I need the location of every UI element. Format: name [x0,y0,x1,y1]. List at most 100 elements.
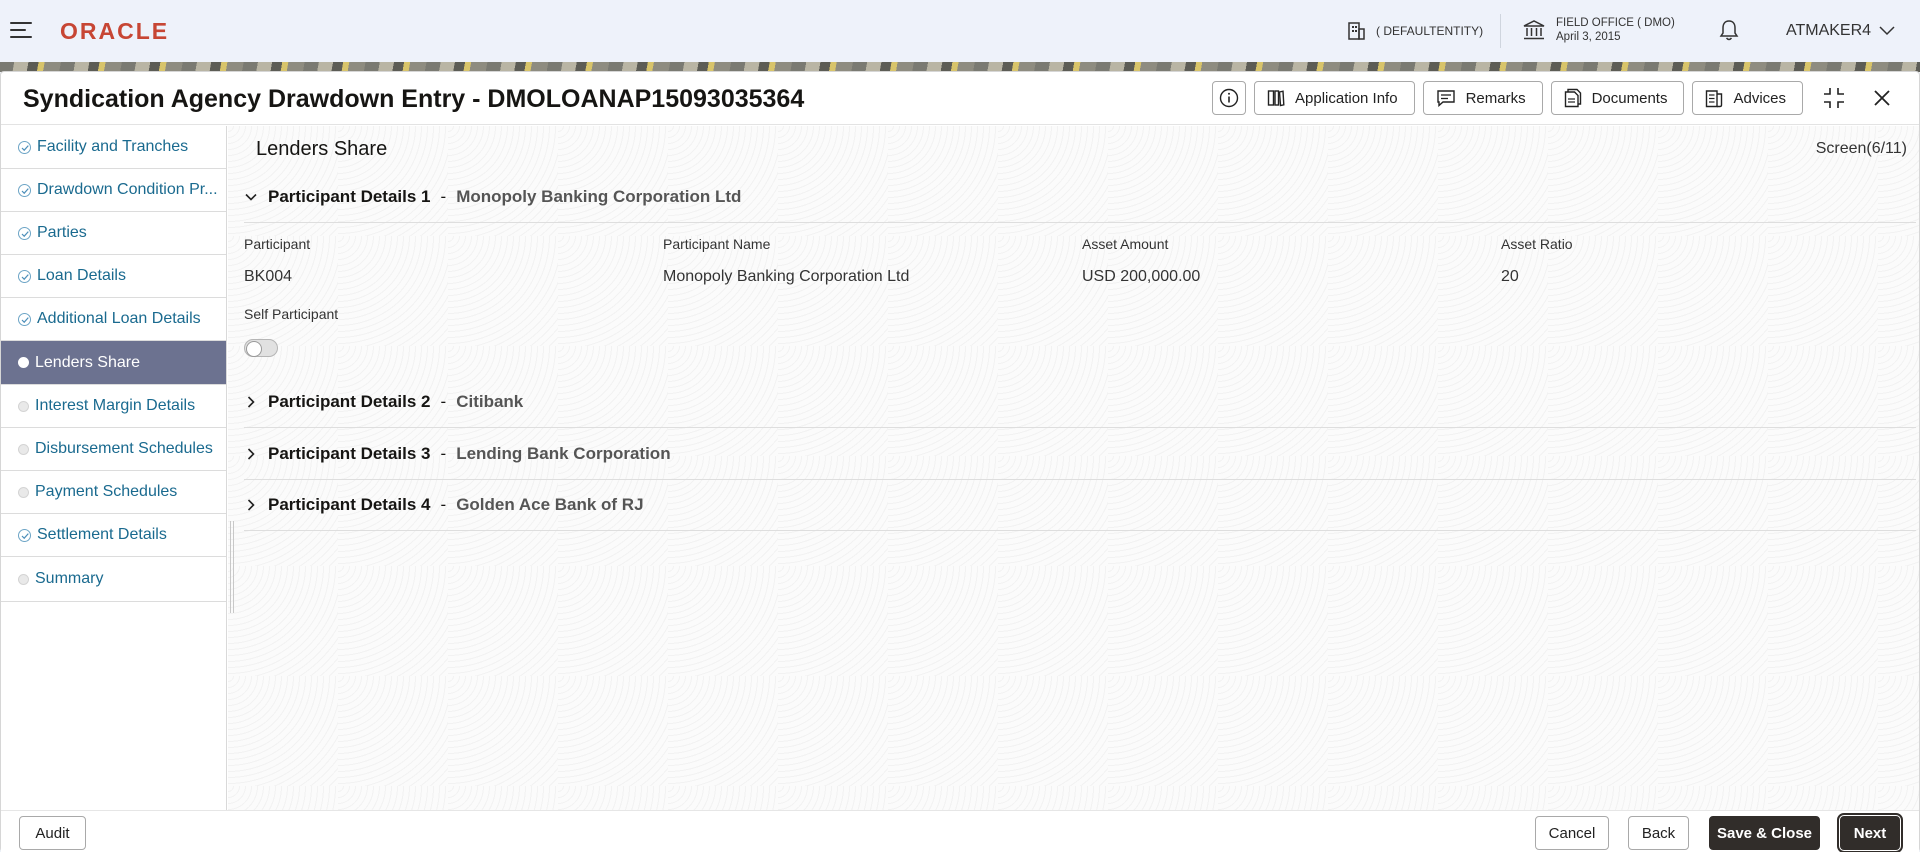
nav-item-summary[interactable]: Summary [1,557,226,602]
bank-icon [1523,20,1545,40]
back-button[interactable]: Back [1628,816,1689,850]
cancel-button[interactable]: Cancel [1535,816,1609,850]
remarks-icon [1436,90,1455,107]
drawdown-entry-window: Syndication Agency Drawdown Entry - DMOL… [0,71,1920,852]
nav-item-label: Loan Details [37,267,126,284]
step-complete-icon [18,184,31,197]
documents-icon [1564,88,1581,108]
nav-item-additional-loan-details[interactable]: Additional Loan Details [1,298,226,341]
advices-icon [1706,90,1723,108]
participant-details-4-header[interactable]: Participant Details 4 - Golden Ace Bank … [244,484,644,526]
window-toolbar: Application Info Remarks Documents Advic… [1212,81,1899,115]
entity-selector[interactable]: ( DEFAULTENTITY) [1346,21,1483,41]
remarks-button[interactable]: Remarks [1422,81,1543,115]
office-date: April 3, 2015 [1556,31,1621,43]
chevron-down-icon [245,193,257,201]
participant-details-2-header[interactable]: Participant Details 2 - Citibank [244,381,523,423]
entity-label: ( DEFAULTENTITY) [1376,24,1484,38]
nav-item-drawdown-condition[interactable]: Drawdown Condition Pr... [1,169,226,212]
nav-item-facility-and-tranches[interactable]: Facility and Tranches [1,126,226,169]
self-participant-label: Self Participant [244,306,339,322]
chevron-right-icon [247,448,255,460]
nav-item-lenders-share[interactable]: Lenders Share [1,341,226,385]
participant-value: BK004 [244,268,293,285]
participant-details-label: Participant Details 4 [268,495,431,514]
nav-item-interest-margin-details[interactable]: Interest Margin Details [1,385,226,428]
nav-item-payment-schedules[interactable]: Payment Schedules [1,471,226,514]
chevron-down-icon [1879,26,1895,36]
participant-details-separator: - [440,392,447,411]
lenders-share-panel: Lenders Share Screen(6/11) Participant D… [228,126,1919,810]
screen-indicator: Screen(6/11) [1815,140,1907,157]
step-pending-icon [18,487,29,498]
building-icon [1348,22,1365,40]
participant-details-label: Participant Details 1 [268,187,431,206]
office-selector[interactable]: FIELD OFFICE ( DMO) April 3, 2015 [1522,16,1675,44]
application-info-button[interactable]: Application Info [1254,81,1415,115]
step-current-icon [18,357,29,368]
advices-button[interactable]: Advices [1692,81,1803,115]
documents-button[interactable]: Documents [1550,81,1685,115]
close-icon[interactable] [1865,81,1899,115]
nav-item-disbursement-schedules[interactable]: Disbursement Schedules [1,428,226,471]
participant-details-3-header[interactable]: Participant Details 3 - Lending Bank Cor… [244,433,671,475]
section-title: Lenders Share [256,138,388,160]
self-participant-toggle[interactable] [244,339,278,357]
step-navigation: Facility and Tranches Drawdown Condition… [1,126,227,810]
advices-label: Advices [1733,89,1786,107]
window-header: Syndication Agency Drawdown Entry - DMOL… [1,72,1919,125]
application-info-label: Application Info [1295,89,1398,107]
hamburger-menu-icon[interactable] [10,22,32,38]
panel-resize-handle[interactable] [230,521,234,613]
user-menu[interactable]: ATMAKER4 [1786,22,1895,40]
window-title: Syndication Agency Drawdown Entry - DMOL… [23,85,805,113]
divider [244,427,1916,428]
asset-ratio-label: Asset Ratio [1501,236,1573,252]
step-complete-icon [18,313,31,326]
nav-item-label: Drawdown Condition Pr... [37,181,218,198]
footer-bar: Audit Cancel Back Save & Close Next [1,810,1919,852]
participant-details-label: Participant Details 2 [268,392,431,411]
divider [244,222,1916,223]
participant-name-label: Participant Name [663,236,771,252]
notification-bell-icon[interactable] [1718,18,1740,47]
participant-details-separator: - [440,495,447,514]
nav-item-label: Parties [37,224,87,241]
application-info-icon [1267,90,1285,107]
chevron-right-icon [247,499,255,511]
participant-details-separator: - [440,187,447,206]
nav-item-loan-details[interactable]: Loan Details [1,255,226,298]
info-icon [1219,88,1239,108]
asset-ratio-value: 20 [1501,268,1519,285]
step-complete-icon [18,270,31,283]
divider [244,479,1916,480]
asset-amount-value: USD 200,000.00 [1082,268,1201,285]
topbar-divider [1500,14,1501,48]
maximize-icon[interactable] [1817,81,1851,115]
nav-item-label: Settlement Details [37,526,167,543]
participant-details-name: Golden Ace Bank of RJ [456,495,644,514]
participant-details-1-header[interactable]: Participant Details 1 - Monopoly Banking… [244,176,741,218]
participant-label: Participant [244,236,311,252]
office-title: FIELD OFFICE ( DMO) [1556,17,1675,29]
oracle-logo: ORACLE [60,18,170,44]
save-and-close-button[interactable]: Save & Close [1709,816,1820,850]
nav-item-label: Summary [35,570,104,587]
nav-item-settlement-details[interactable]: Settlement Details [1,514,226,557]
step-pending-icon [18,444,29,455]
nav-item-label: Payment Schedules [35,483,178,500]
top-bar: ORACLE ( DEFAULTENTITY) FIELD OFFICE ( D… [0,0,1920,62]
info-button[interactable] [1212,81,1246,115]
nav-item-label: Lenders Share [35,353,140,371]
nav-item-label: Facility and Tranches [37,138,189,155]
documents-label: Documents [1591,89,1668,107]
nav-item-label: Disbursement Schedules [35,440,213,457]
remarks-label: Remarks [1465,89,1526,107]
step-pending-icon [18,401,29,412]
next-button[interactable]: Next [1837,813,1903,852]
chevron-right-icon [247,396,255,408]
nav-item-parties[interactable]: Parties [1,212,226,255]
audit-button[interactable]: Audit [19,816,86,850]
asset-amount-label: Asset Amount [1082,236,1169,252]
step-complete-icon [18,529,31,542]
